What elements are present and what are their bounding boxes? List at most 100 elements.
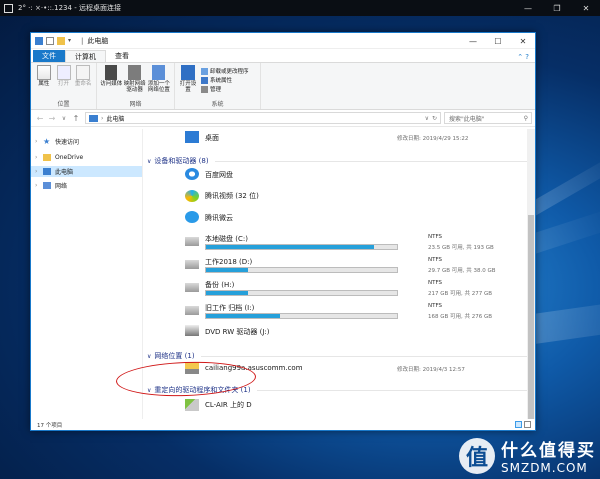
nav-item-network[interactable]: › 网络: [31, 180, 142, 191]
baidu-netdisk-icon: [185, 168, 199, 180]
item-baidu-netdisk[interactable]: 百度网盘: [205, 170, 233, 180]
window-title: 此电脑: [87, 36, 109, 45]
search-icon: ⚲: [523, 114, 528, 122]
tab-view[interactable]: 查看: [106, 50, 138, 62]
remote-close-button[interactable]: ✕: [572, 0, 600, 16]
remote-minimize-button[interactable]: —: [514, 0, 542, 16]
drive-usage-fill: [206, 268, 249, 272]
item-desktop[interactable]: 桌面: [205, 133, 219, 143]
tab-computer[interactable]: 计算机: [65, 50, 106, 62]
drive-filesystem: NTFS: [428, 234, 443, 240]
folder-icon[interactable]: [57, 36, 65, 45]
breadcrumb[interactable]: 此电脑: [106, 114, 124, 123]
ribbon-tabs: 文件 计算机 查看: [31, 49, 535, 62]
drive-free-space: 29.7 GB 可用, 共 38.0 GB: [428, 268, 496, 274]
nav-item-this-pc[interactable]: › 此电脑: [31, 166, 142, 177]
drive-usage-bar: [205, 244, 398, 250]
dvd-drive-icon: [185, 325, 199, 336]
item-dvd-drive[interactable]: DVD RW 驱动器 (J:): [205, 327, 270, 337]
map-drive-label: 映射网络驱动器: [123, 81, 146, 93]
remote-restore-button[interactable]: ❐: [543, 0, 571, 16]
remote-desktop-title: 2° ·: ×·•::.1234 - 远程桌面连接: [18, 4, 121, 12]
drive-icon: [185, 260, 199, 269]
chevron-up-icon[interactable]: ⌃ ?: [517, 53, 529, 61]
search-placeholder: 搜索"此电脑": [449, 115, 485, 123]
tab-file[interactable]: 文件: [33, 50, 65, 62]
expand-chevron-icon[interactable]: ›: [35, 138, 43, 145]
item-drive-i[interactable]: 旧工作 归档 (I:): [205, 303, 254, 313]
drive-icon: [185, 283, 199, 292]
open-icon: [56, 65, 71, 80]
uninstall-label: 卸载或更改程序: [210, 69, 249, 75]
explorer-body: › ★ 快速访问 › OneDrive › 此电脑 › 网络 桌面 修改日期: …: [31, 129, 535, 419]
access-media-label: 访问媒体: [100, 81, 123, 87]
network-icon: [43, 182, 51, 189]
item-date: 修改日期: 2019/4/3 12:57: [397, 367, 465, 373]
redirected-drive-icon: [185, 399, 199, 411]
recent-dropdown-icon[interactable]: ∨: [58, 115, 70, 122]
address-dropdown-icon[interactable]: ∨: [425, 115, 432, 122]
manage-label: 管理: [210, 87, 222, 93]
manage-button[interactable]: 管理: [201, 85, 249, 93]
expand-chevron-icon[interactable]: ›: [35, 168, 43, 175]
system-icon: [201, 76, 208, 84]
ribbon-group-network: 访问媒体 映射网络驱动器 添加一个网络位置 网络: [97, 63, 175, 109]
item-drive-c[interactable]: 本地磁盘 (C:): [205, 234, 248, 244]
rename-icon: [76, 65, 91, 80]
expand-chevron-icon[interactable]: ›: [35, 182, 43, 189]
drive-usage-bar: [205, 313, 398, 319]
open-settings-label: 打开设置: [179, 81, 197, 93]
network-drive-icon: [128, 65, 142, 80]
drive-filesystem: NTFS: [428, 257, 443, 263]
group-header: 设备和驱动器 (8): [154, 157, 209, 165]
dropdown-icon[interactable]: ▾: [68, 37, 76, 45]
details-view-icon[interactable]: [515, 421, 522, 428]
drive-filesystem: NTFS: [428, 303, 443, 309]
nav-item-onedrive[interactable]: › OneDrive: [31, 152, 142, 163]
nav-item-quick-access[interactable]: › ★ 快速访问: [31, 136, 142, 147]
item-tencent-video[interactable]: 腾讯视频 (32 位): [205, 191, 259, 201]
nav-label: OneDrive: [55, 154, 84, 161]
manage-icon: [201, 85, 208, 93]
properties-icon[interactable]: [46, 36, 54, 45]
forward-arrow-icon[interactable]: →: [46, 114, 58, 123]
drive-usage-fill: [206, 314, 281, 318]
group-header: 网络位置 (1): [154, 352, 195, 360]
item-drive-h[interactable]: 备份 (H:): [205, 280, 234, 290]
properties-label: 属性: [38, 81, 50, 87]
explorer-window: ▾ | 此电脑 — ☐ ✕ 文件 计算机 查看 ⌃ ? 属性 打开 重命名 位置: [30, 32, 536, 431]
group-network-locations[interactable]: ∨ 网络位置 (1): [147, 351, 535, 361]
scrollbar-thumb[interactable]: [528, 215, 534, 419]
gear-icon: [181, 65, 195, 80]
close-button[interactable]: ✕: [511, 33, 535, 49]
expand-chevron-icon[interactable]: ›: [35, 154, 43, 161]
back-arrow-icon[interactable]: ←: [34, 114, 46, 123]
uninstall-button[interactable]: 卸载或更改程序: [201, 67, 249, 75]
search-input[interactable]: 搜索"此电脑" ⚲: [444, 112, 532, 124]
nav-label: 此电脑: [55, 169, 74, 176]
star-icon: ★: [43, 137, 51, 146]
title-separator: |: [81, 36, 84, 45]
drive-usage-bar: [205, 267, 398, 273]
network-location-icon: [152, 65, 166, 80]
item-count: 17 个项目: [37, 422, 63, 429]
item-drive-d[interactable]: 工作2018 (D:): [205, 257, 252, 267]
maximize-button[interactable]: ☐: [486, 33, 510, 49]
collapse-chevron-icon[interactable]: ∨: [147, 158, 151, 165]
minimize-button[interactable]: —: [461, 33, 485, 49]
breadcrumb-chevron-icon[interactable]: ›: [101, 115, 103, 122]
refresh-icon[interactable]: ↻: [432, 115, 440, 122]
item-redirected-drive[interactable]: CL-AIR 上的 D: [205, 400, 252, 410]
open-label: 打开: [58, 81, 70, 87]
system-properties-button[interactable]: 系统属性: [201, 76, 249, 84]
watermark: 值 什么值得买 SMZDM.COM: [459, 436, 596, 475]
group-devices[interactable]: ∨ 设备和驱动器 (8): [147, 156, 535, 166]
address-box[interactable]: › 此电脑 ∨ ↻: [85, 112, 441, 124]
vertical-scrollbar[interactable]: [527, 129, 535, 419]
item-weiyun[interactable]: 腾讯微云: [205, 213, 233, 223]
large-icons-view-icon[interactable]: [524, 421, 531, 428]
rename-label: 重命名: [74, 81, 92, 87]
up-arrow-icon[interactable]: ↑: [70, 114, 82, 123]
collapse-chevron-icon[interactable]: ∨: [147, 353, 151, 360]
ribbon-group-system: 打开设置 卸载或更改程序 系统属性 管理 系统: [175, 63, 261, 109]
